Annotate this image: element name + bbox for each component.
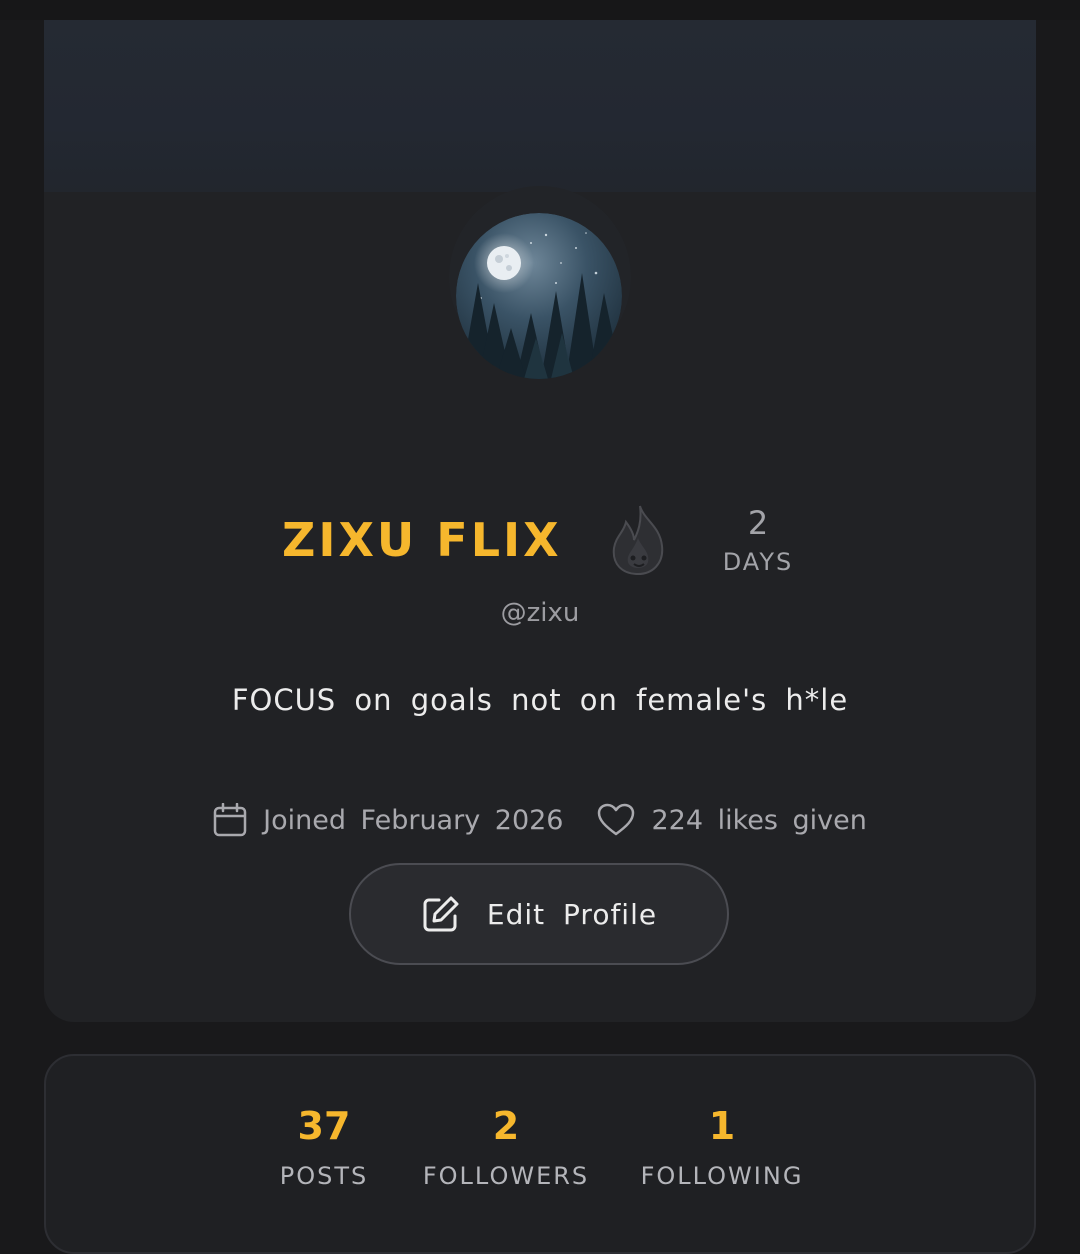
display-name: ZIXU FLIX [282, 513, 562, 567]
top-strip [0, 0, 1080, 20]
profile-cover [44, 20, 1036, 192]
joined-date: Joined February 2026 [213, 803, 563, 837]
flame-icon [612, 505, 664, 576]
profile-card: ZIXU FLIX 2 DAYS @zixu FOCUS on goals no… [44, 20, 1036, 1022]
likes-text: 224 likes given [651, 804, 867, 836]
stat-posts[interactable]: 37 POSTS [258, 1100, 390, 1190]
streak-unit: DAYS [722, 548, 794, 576]
avatar[interactable] [456, 213, 622, 379]
stats-card: 37 POSTS 2 FOLLOWERS 1 FOLLOWING [44, 1054, 1036, 1254]
followers-label: FOLLOWERS [422, 1162, 590, 1190]
profile-bio: FOCUS on goals not on female's h*le [231, 683, 849, 717]
username-handle: @zixu [500, 598, 580, 628]
edit-profile-label: Edit Profile [486, 897, 658, 931]
posts-label: POSTS [279, 1162, 369, 1190]
stat-following[interactable]: 1 FOLLOWING [632, 1100, 812, 1190]
posts-count: 37 [297, 1104, 351, 1148]
heart-icon [598, 803, 635, 836]
stat-followers[interactable]: 2 FOLLOWERS [416, 1100, 596, 1190]
calendar-icon [213, 803, 247, 837]
joined-text: Joined February 2026 [263, 804, 564, 836]
moonlit-forest-avatar [456, 213, 622, 379]
following-count: 1 [708, 1104, 736, 1148]
edit-profile-button[interactable]: Edit Profile [349, 863, 729, 965]
profile-meta: Joined February 2026 224 likes given [44, 798, 1036, 842]
name-row: ZIXU FLIX 2 DAYS [44, 490, 1036, 590]
likes-given: 224 likes given [597, 803, 867, 837]
following-label: FOLLOWING [640, 1162, 804, 1190]
followers-count: 2 [492, 1104, 520, 1148]
streak-count: 2 [747, 504, 769, 542]
edit-icon [423, 896, 459, 932]
